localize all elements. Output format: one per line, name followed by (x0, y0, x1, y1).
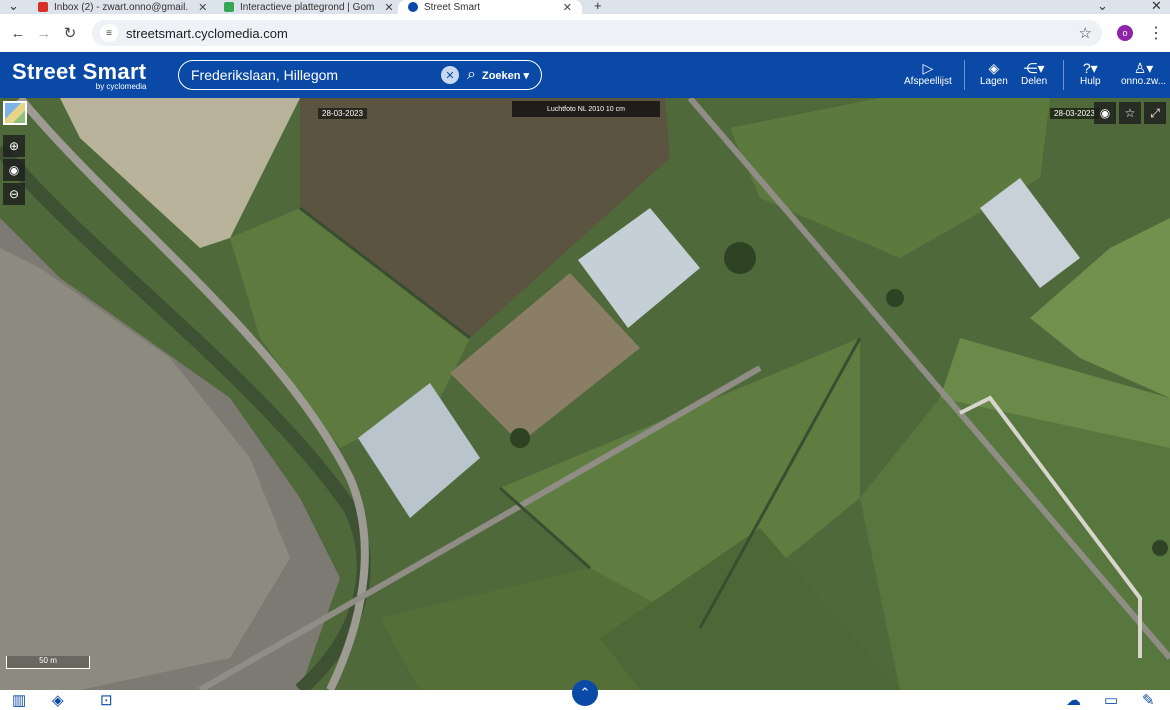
locate-icon[interactable]: ◉ (3, 159, 25, 181)
site-info-icon[interactable]: ≡ (100, 24, 118, 42)
search-button[interactable]: Zoeken ▾ (482, 69, 529, 82)
header-divider (964, 60, 965, 90)
tab-title: Inbox (2) - zwart.onno@gmail. (54, 1, 189, 13)
tab-gmail[interactable]: Inbox (2) - zwart.onno@gmail. ✕ (38, 0, 207, 14)
help-label: Hulp (1080, 76, 1101, 87)
search-input[interactable]: Frederikslaan, Hillegom (191, 67, 441, 83)
tab-search-icon[interactable]: ⌄ (8, 0, 19, 14)
user-label: onno.zw... (1121, 76, 1167, 87)
playlist-button[interactable]: ▷ Afspeellijst (904, 60, 952, 87)
close-icon[interactable]: ✕ (384, 1, 393, 14)
app-header: Street Smart by cyclomedia Frederikslaan… (0, 52, 1170, 98)
cube-icon[interactable]: ▭ (1104, 691, 1118, 709)
layers-stack-icon[interactable]: ◈ (52, 691, 64, 709)
basemap-thumbnail[interactable] (3, 101, 27, 125)
scale-bar: 50 m (6, 656, 90, 669)
layers-button[interactable]: ◈ Lagen (980, 60, 1008, 87)
measure-icon[interactable]: ✎ (1142, 691, 1155, 709)
close-icon[interactable]: ✕ (198, 1, 207, 14)
map-pin-icon (224, 2, 234, 12)
minimize-icon[interactable]: ⌄ (1097, 0, 1108, 14)
map-icon[interactable]: ▥ (12, 691, 26, 709)
aerial-map[interactable]: Luchtfoto NL 2010 10 cm 28-03-2023 28-03… (0, 98, 1170, 690)
browser-toolbar: ← → ↻ ≡ streetsmart.cyclomedia.com ☆ o ⋮ (0, 14, 1170, 52)
logo-main-text: Street Smart (12, 59, 147, 84)
user-icon: ♙▾ (1133, 60, 1154, 76)
share-button[interactable]: ⋲▾ Delen (1021, 60, 1047, 87)
bookmark-star-icon[interactable]: ☆ (1079, 24, 1092, 42)
playlist-label: Afspeellijst (904, 76, 952, 87)
header-divider (1063, 60, 1064, 90)
back-icon[interactable]: ← (5, 25, 31, 42)
favorite-star-icon[interactable]: ☆ (1119, 102, 1141, 124)
tab-street-smart[interactable]: Street Smart ✕ (398, 0, 582, 14)
capture-date-right: 28-03-2023 (1050, 108, 1099, 119)
capture-date-left: 28-03-2023 (318, 108, 367, 119)
eye-icon[interactable]: ◉ (1094, 102, 1116, 124)
imagery-source: Luchtfoto NL 2010 10 cm (512, 101, 660, 117)
cloud-icon[interactable]: ☁ (1066, 691, 1081, 709)
profile-avatar[interactable]: o (1117, 25, 1133, 41)
share-label: Delen (1021, 76, 1048, 87)
clear-search-icon[interactable]: ✕ (441, 66, 459, 84)
play-icon: ▷ (922, 60, 934, 76)
zoom-in-icon[interactable]: ⊕ (3, 135, 25, 157)
zoom-out-icon[interactable]: ⊖ (3, 183, 25, 205)
reload-icon[interactable]: ↻ (57, 24, 83, 42)
tab-plattegrond[interactable]: Interactieve plattegrond | Gom ✕ (224, 0, 394, 14)
report-icon[interactable]: ⊡ (100, 691, 113, 709)
expand-panel-button[interactable]: ⌃ (572, 680, 598, 706)
tab-title: Street Smart (424, 1, 481, 13)
aerial-photo (0, 98, 1170, 690)
new-tab-icon[interactable]: + (594, 0, 602, 13)
browser-tab-strip: ⌄ Inbox (2) - zwart.onno@gmail. ✕ Intera… (0, 0, 1170, 14)
search-button-label: Zoeken (481, 69, 521, 82)
gmail-icon (38, 2, 48, 12)
search-box: Frederikslaan, Hillegom ✕ ⌕ Zoeken ▾ (178, 60, 542, 90)
share-icon: ⋲▾ (1023, 60, 1045, 76)
browser-menu-icon[interactable]: ⋮ (1148, 23, 1164, 43)
cyclomedia-icon (408, 2, 418, 12)
close-icon[interactable]: ✕ (563, 1, 572, 14)
street-smart-logo[interactable]: Street Smart by cyclomedia (12, 59, 147, 92)
search-icon[interactable]: ⌕ (467, 66, 476, 84)
address-bar[interactable]: ≡ streetsmart.cyclomedia.com ☆ (92, 20, 1102, 46)
layers-label: Lagen (980, 76, 1008, 87)
forward-icon[interactable]: → (31, 25, 57, 42)
fullscreen-icon[interactable]: ⤢ (1144, 102, 1166, 124)
help-icon: ?▾ (1082, 60, 1098, 76)
tab-title: Interactieve plattegrond | Gom (240, 1, 375, 13)
help-button[interactable]: ?▾ Hulp (1080, 60, 1101, 87)
user-menu-button[interactable]: ♙▾ onno.zw... (1121, 60, 1166, 87)
layers-icon: ◈ (988, 60, 1000, 76)
url-text[interactable]: streetsmart.cyclomedia.com (126, 26, 288, 41)
close-window-icon[interactable]: ✕ (1151, 0, 1162, 14)
